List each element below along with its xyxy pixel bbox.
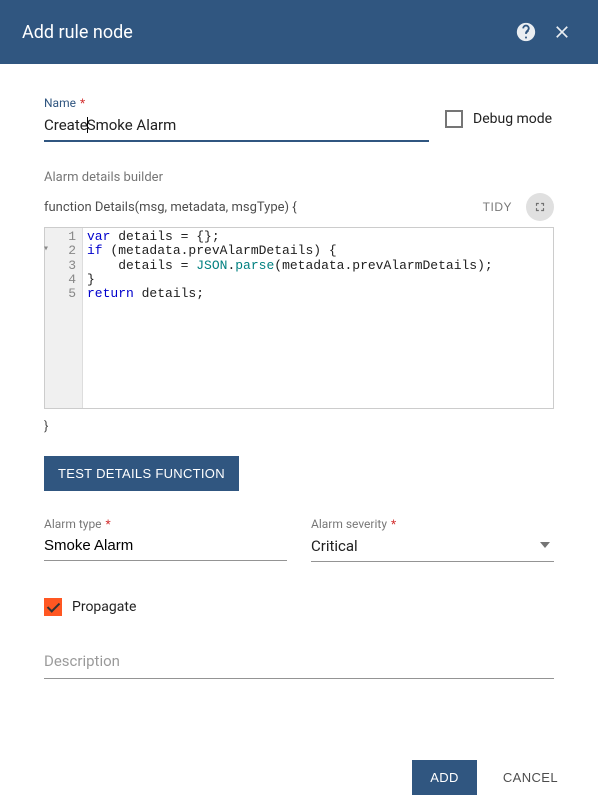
cancel-button[interactable]: CANCEL	[485, 760, 576, 795]
propagate-label: Propagate	[72, 599, 136, 615]
close-icon[interactable]	[544, 14, 580, 50]
debug-mode-label: Debug mode	[473, 111, 552, 127]
code-area[interactable]: var details = {};if (metadata.prevAlarmD…	[83, 228, 553, 408]
modal-body: Name * Create Smoke Alarm Debug mode Ala…	[0, 64, 598, 749]
fullscreen-icon[interactable]	[526, 193, 554, 221]
test-details-button[interactable]: TEST DETAILS FUNCTION	[44, 456, 239, 491]
add-rule-node-modal: Add rule node Name * Create Smoke Alarm …	[0, 0, 598, 805]
code-editor[interactable]: 1 ▾2 3 4 5 var details = {};if (metadata…	[44, 227, 554, 409]
description-placeholder: Description	[44, 652, 120, 670]
description-field[interactable]: Description	[44, 652, 554, 679]
debug-mode-checkbox[interactable]	[445, 110, 463, 128]
modal-footer: ADD CANCEL	[0, 749, 598, 805]
details-builder-subtitle: Alarm details builder	[44, 170, 554, 185]
modal-title: Add rule node	[22, 22, 508, 43]
modal-header: Add rule node	[0, 0, 598, 64]
alarm-severity-field: Alarm severity * Critical	[311, 517, 554, 562]
function-close-brace: }	[44, 419, 554, 434]
name-input[interactable]: Create Smoke Alarm	[44, 112, 429, 142]
alarm-type-field: Alarm type *	[44, 517, 287, 562]
code-gutter: 1 ▾2 3 4 5	[45, 228, 83, 408]
alarm-type-input[interactable]	[44, 533, 287, 561]
alarm-severity-select[interactable]: Critical	[311, 533, 554, 562]
help-icon[interactable]	[508, 14, 544, 50]
alarm-type-label: Alarm type *	[44, 517, 287, 531]
name-field: Name * Create Smoke Alarm	[44, 96, 429, 142]
name-label: Name *	[44, 96, 429, 110]
propagate-row: Propagate	[44, 598, 554, 616]
function-signature: function Details(msg, metadata, msgType)…	[44, 200, 473, 215]
propagate-checkbox[interactable]	[44, 598, 62, 616]
tidy-button[interactable]: TIDY	[473, 194, 522, 220]
add-button[interactable]: ADD	[412, 760, 477, 795]
alarm-severity-label: Alarm severity *	[311, 517, 554, 531]
debug-mode-checkbox-row: Debug mode	[445, 110, 552, 128]
